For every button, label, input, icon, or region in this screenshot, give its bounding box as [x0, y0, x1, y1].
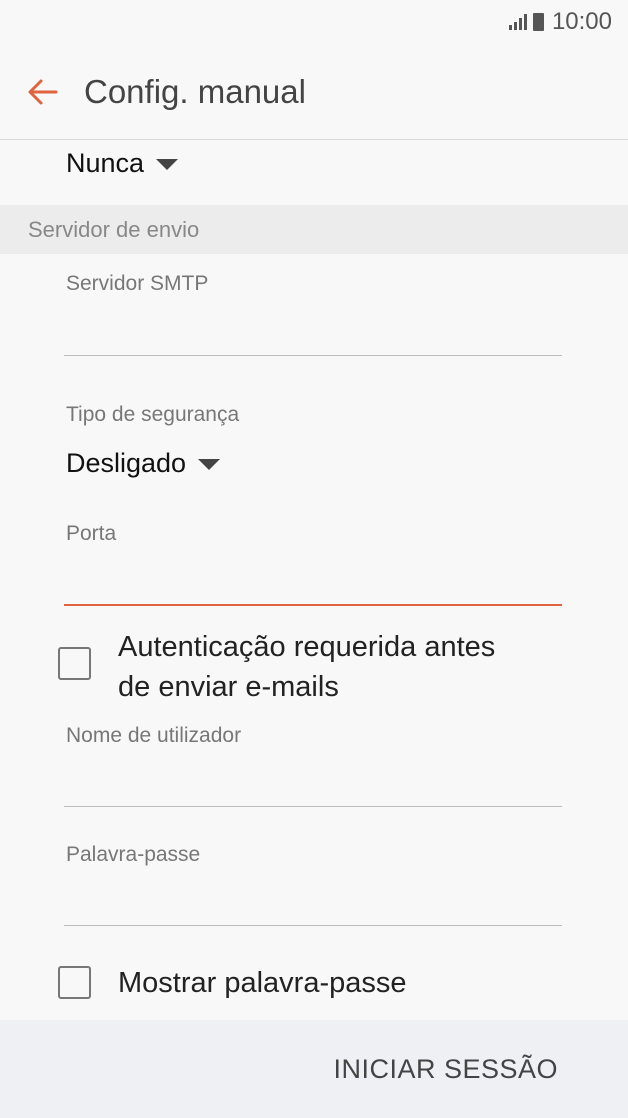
- port-label: Porta: [66, 522, 117, 545]
- page-title: Config. manual: [84, 72, 306, 110]
- password-label: Palavra-passe: [66, 843, 201, 866]
- back-arrow-icon[interactable]: [26, 75, 60, 109]
- dropdown-caret-icon: [198, 458, 221, 470]
- security-type-value: Desligado: [66, 447, 187, 478]
- status-time: 10:00: [551, 8, 612, 35]
- port-input[interactable]: [64, 604, 562, 606]
- auth-required-label: Autenticação requerida antes de enviar e…: [118, 627, 495, 707]
- sync-frequency-value: Nunca: [66, 147, 145, 178]
- smtp-server-input[interactable]: [64, 355, 562, 356]
- username-label: Nome de utilizador: [66, 724, 242, 747]
- signal-icon: [508, 14, 527, 30]
- show-password-checkbox[interactable]: [58, 966, 91, 999]
- username-input[interactable]: [64, 806, 562, 807]
- app-bar: Config. manual: [0, 44, 628, 140]
- auth-required-checkbox[interactable]: [58, 647, 91, 680]
- password-input[interactable]: [64, 925, 562, 926]
- dropdown-caret-icon: [156, 158, 179, 170]
- section-header-label: Servidor de envio: [28, 216, 200, 242]
- sync-frequency-dropdown[interactable]: Nunca: [66, 143, 179, 183]
- battery-icon: [532, 13, 544, 31]
- auth-required-label-line2: de enviar e-mails: [118, 671, 339, 703]
- security-type-label: Tipo de segurança: [66, 403, 240, 426]
- auth-required-label-line1: Autenticação requerida antes: [118, 631, 496, 663]
- section-header-outgoing-server: Servidor de envio: [0, 205, 628, 254]
- smtp-server-label: Servidor SMTP: [66, 272, 209, 295]
- status-bar: 10:00: [0, 0, 628, 44]
- bottom-action-bar: INICIAR SESSÃO: [0, 1020, 628, 1118]
- security-type-dropdown[interactable]: Desligado: [66, 443, 221, 483]
- sign-in-button[interactable]: INICIAR SESSÃO: [333, 1054, 558, 1085]
- show-password-label: Mostrar palavra-passe: [118, 967, 407, 999]
